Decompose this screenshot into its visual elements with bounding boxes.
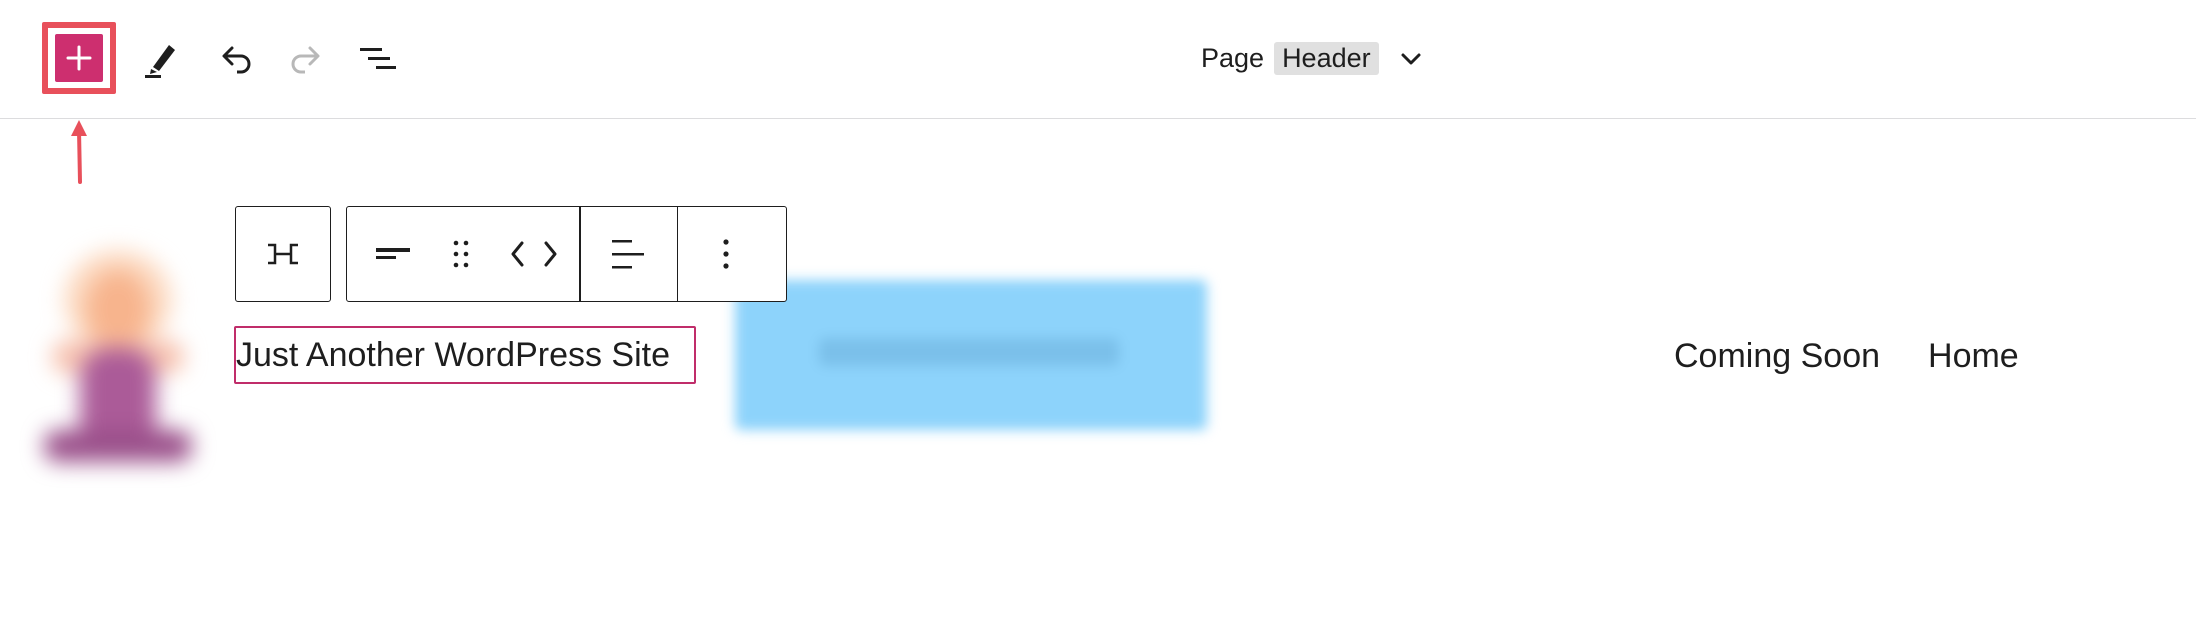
undo-button[interactable] <box>198 22 272 96</box>
undo-icon <box>222 46 251 74</box>
editor-top-bar: Page Header <box>0 0 2196 119</box>
more-vertical-icon <box>722 239 729 269</box>
drag-handle-icon <box>453 240 469 268</box>
transform-block-button[interactable] <box>357 207 431 301</box>
document-type-label: Page <box>1201 42 1265 73</box>
annotation-arrow-icon <box>71 120 87 184</box>
select-parent-icon <box>267 243 298 265</box>
blurred-button-block[interactable] <box>735 280 1207 430</box>
navigation-block: Coming Soon Home <box>1674 334 2019 378</box>
align-text-left-icon <box>611 240 644 269</box>
document-title: Header <box>1274 41 1379 75</box>
plus-icon <box>66 45 92 71</box>
document-dropdown-toggle[interactable] <box>1396 44 1426 74</box>
drag-handle-button[interactable] <box>431 207 491 301</box>
select-parent-button[interactable] <box>236 207 329 301</box>
nav-item-home[interactable]: Home <box>1928 337 2019 376</box>
list-view-icon <box>360 48 396 69</box>
tools-edit-button[interactable] <box>124 22 198 96</box>
pencil-icon <box>145 45 175 78</box>
document-overview-button[interactable] <box>341 22 415 96</box>
block-inserter-button[interactable] <box>55 34 103 82</box>
move-block-button[interactable] <box>491 207 577 301</box>
align-justify-left-icon <box>376 248 410 259</box>
redo-button[interactable] <box>270 22 344 96</box>
block-toolbar-main-group <box>346 206 787 302</box>
block-options-button[interactable] <box>678 207 773 301</box>
redo-icon <box>291 46 320 74</box>
site-title-text[interactable]: Just Another WordPress Site <box>236 336 670 375</box>
block-toolbar-parent-group <box>235 206 331 302</box>
move-left-right-icon <box>511 241 557 267</box>
site-title-block[interactable]: Just Another WordPress Site <box>234 326 696 384</box>
site-logo[interactable] <box>28 230 208 480</box>
chevron-down-icon <box>1401 53 1421 65</box>
align-text-button[interactable] <box>581 207 677 301</box>
document-title-bar[interactable]: Page Header <box>1201 40 1379 76</box>
nav-item-coming-soon[interactable]: Coming Soon <box>1674 337 1880 376</box>
